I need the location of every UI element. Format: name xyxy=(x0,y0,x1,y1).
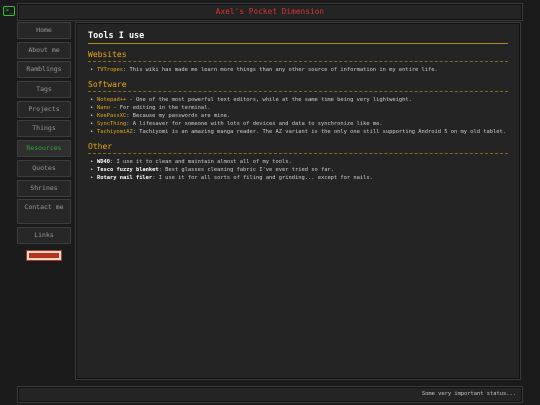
nav-quotes[interactable]: Quotes xyxy=(17,159,71,177)
other-list: WD40: I use it to clean and maintain alm… xyxy=(88,158,508,182)
nav-resources[interactable]: Resources xyxy=(17,140,71,158)
tool-description: : Because my passwords are mine. xyxy=(126,113,231,119)
nav-contact-me[interactable]: Contact me xyxy=(17,199,71,225)
header-bar: Axel's Pocket Dimension xyxy=(17,3,523,21)
nav-projects[interactable]: Projects xyxy=(17,100,71,118)
list-item: Nano - For editing in the terminal. xyxy=(90,104,508,112)
tool-description: : A lifesaver for someone with lots of d… xyxy=(126,121,383,127)
main-content: Tools I use Websites TVTropes: This wiki… xyxy=(75,22,521,380)
tool-link[interactable]: Notepad++ xyxy=(97,97,126,103)
section-heading-other: Other xyxy=(88,142,508,154)
tool-link[interactable]: TVTropes xyxy=(97,67,123,73)
nav-ramblings[interactable]: Ramblings xyxy=(17,61,71,79)
nav-shrines[interactable]: Shrines xyxy=(17,179,71,197)
list-item: WD40: I use it to clean and maintain alm… xyxy=(90,158,508,166)
site-button-badge[interactable] xyxy=(26,249,62,261)
item-description: : Best glasses cleaning fabric I've ever… xyxy=(158,167,334,173)
list-item: SyncThing: A lifesaver for someone with … xyxy=(90,120,508,128)
nav-tags[interactable]: Tags xyxy=(17,81,71,99)
list-item: Rotary nail filer: I use it for all sort… xyxy=(90,174,508,182)
section-heading-software: Software xyxy=(88,80,508,92)
nav-links[interactable]: Links xyxy=(17,226,71,244)
site-title: Axel's Pocket Dimension xyxy=(215,7,325,16)
tool-description: : This wiki has made me learn more thing… xyxy=(122,67,438,73)
status-bar: Some very important status... xyxy=(17,386,523,403)
list-item: Notepad++ - One of the most powerful tex… xyxy=(90,96,508,104)
terminal-icon[interactable]: >_ xyxy=(3,6,15,16)
tool-link[interactable]: TachiyomiAZ xyxy=(97,129,133,135)
sidebar: Home About me Ramblings Tags Projects Th… xyxy=(17,22,71,261)
tool-link[interactable]: SyncThing xyxy=(97,121,126,127)
tool-description: : Tachiyomi is an amazing manga reader. … xyxy=(132,129,506,135)
page-title: Tools I use xyxy=(88,31,508,44)
tool-description: - For editing in the terminal. xyxy=(109,105,211,111)
status-text: Some very important status... xyxy=(421,391,516,397)
list-item: Tesco fuzzy blanket: Best glasses cleani… xyxy=(90,166,508,174)
list-item: KeePassXC: Because my passwords are mine… xyxy=(90,112,508,120)
software-list: Notepad++ - One of the most powerful tex… xyxy=(88,96,508,136)
websites-list: TVTropes: This wiki has made me learn mo… xyxy=(88,66,508,74)
item-description: : I use it for all sorts of filing and g… xyxy=(152,175,373,181)
tool-link[interactable]: KeePassXC xyxy=(97,113,126,119)
list-item: TachiyomiAZ: Tachiyomi is an amazing man… xyxy=(90,128,508,136)
tool-description: - One of the most powerful text editors,… xyxy=(126,97,412,103)
item-name: Tesco fuzzy blanket xyxy=(97,167,159,173)
section-heading-websites: Websites xyxy=(88,50,508,62)
nav-home[interactable]: Home xyxy=(17,22,71,39)
item-name: Rotary nail filer xyxy=(97,175,153,181)
item-description: : I use it to clean and maintain almost … xyxy=(109,159,292,165)
list-item: TVTropes: This wiki has made me learn mo… xyxy=(90,66,508,74)
nav-things[interactable]: Things xyxy=(17,120,71,138)
tool-link[interactable]: Nano xyxy=(97,105,110,111)
badge-image xyxy=(29,252,59,258)
nav-about-me[interactable]: About me xyxy=(17,41,71,59)
item-name: WD40 xyxy=(97,159,110,165)
